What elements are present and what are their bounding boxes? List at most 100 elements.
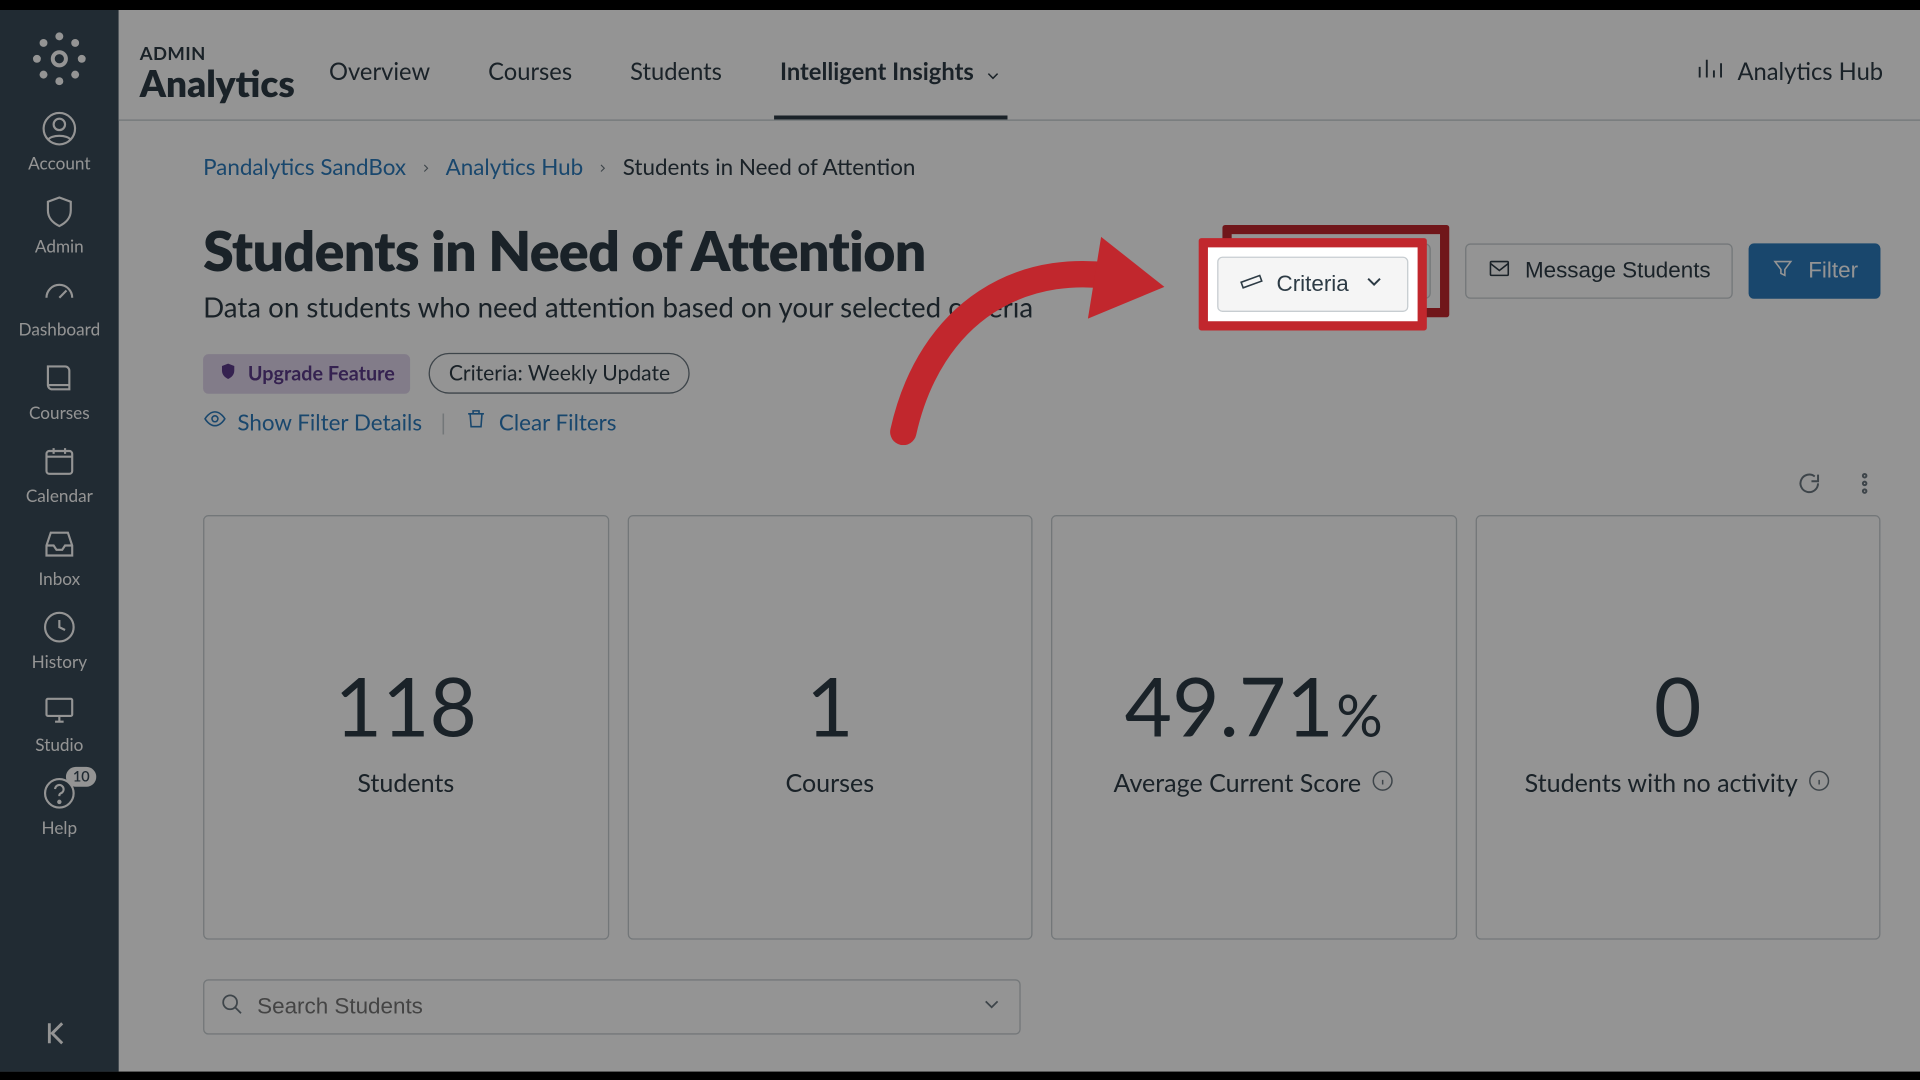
card-unit: %: [1336, 681, 1383, 750]
eye-icon: [203, 407, 227, 436]
card-value: 118: [335, 657, 477, 755]
mail-icon: [1488, 256, 1512, 286]
breadcrumb-link[interactable]: Pandalytics SandBox: [203, 152, 406, 180]
link-label: Show Filter Details: [237, 408, 422, 436]
ruler-icon: [1263, 256, 1287, 286]
nav-history[interactable]: History: [0, 601, 119, 684]
analytics-hub-link[interactable]: Analytics Hub: [1695, 56, 1920, 119]
nav-inbox[interactable]: Inbox: [0, 518, 119, 601]
breadcrumb-current: Students in Need of Attention: [623, 152, 916, 180]
nav-label: History: [32, 651, 87, 672]
tab-intelligent-insights[interactable]: Intelligent Insights: [775, 56, 1008, 119]
card-no-activity: 0 Students with no activity: [1475, 515, 1881, 940]
info-icon[interactable]: [1372, 768, 1394, 798]
chevron-down-icon: [1385, 256, 1409, 286]
tab-label: Students: [630, 56, 722, 85]
button-label: Criteria: [1300, 258, 1372, 284]
nav-label: Studio: [35, 734, 83, 755]
title-block: Students in Need of Attention Data on st…: [203, 217, 1033, 324]
button-label: Filter: [1808, 258, 1858, 284]
info-icon[interactable]: [1808, 768, 1830, 798]
search-icon: [220, 992, 244, 1021]
chip-row: Upgrade Feature Criteria: Weekly Update: [203, 353, 1880, 394]
trash-icon: [465, 407, 489, 436]
inbox-icon: [41, 526, 78, 563]
divider: |: [441, 408, 447, 436]
message-students-button[interactable]: Message Students: [1466, 243, 1733, 298]
page-subtitle: Data on students who need attention base…: [203, 291, 1033, 324]
link-label: Clear Filters: [499, 408, 617, 436]
refresh-button[interactable]: [1796, 470, 1822, 496]
tab-overview[interactable]: Overview: [324, 56, 436, 119]
nav-admin[interactable]: Admin: [0, 185, 119, 268]
breadcrumb-link[interactable]: Analytics Hub: [446, 152, 584, 180]
tab-courses[interactable]: Courses: [483, 56, 578, 119]
header-tabs: Overview Courses Students Intelligent In…: [324, 9, 1008, 120]
brand-block: ADMIN Analytics: [119, 42, 324, 120]
calendar-icon: [41, 443, 78, 480]
action-bar: Criteria Message Students Filter: [1222, 217, 1881, 317]
bar-chart-icon: [1695, 56, 1724, 85]
page-header: ADMIN Analytics Overview Courses Student…: [119, 10, 1920, 121]
card-caption: Students: [357, 768, 454, 798]
nav-label: Courses: [29, 402, 90, 423]
chevron-down-icon: [984, 61, 1002, 79]
filter-line: Show Filter Details | Clear Filters: [203, 407, 1880, 436]
nav-dashboard[interactable]: Dashboard: [0, 268, 119, 351]
global-nav-rail: Account Admin Dashboard Courses Calendar…: [0, 10, 119, 1072]
card-value: 49.71: [1125, 657, 1334, 755]
help-badge: 10: [66, 767, 96, 787]
content-area: Pandalytics SandBox Analytics Hub Studen…: [119, 121, 1920, 1072]
nav-studio[interactable]: Studio: [0, 684, 119, 767]
help-icon: 10: [41, 775, 78, 812]
nav-label: Help: [42, 817, 78, 838]
book-icon: [41, 359, 78, 396]
button-label: Message Students: [1525, 258, 1711, 284]
search-students-combo[interactable]: [203, 979, 1021, 1034]
card-caption: Average Current Score: [1113, 768, 1361, 798]
studio-icon: [41, 692, 78, 729]
nav-label: Inbox: [38, 568, 80, 589]
chevron-right-icon: [419, 152, 432, 180]
chevron-right-icon: [596, 152, 609, 180]
more-menu-button[interactable]: [1851, 470, 1877, 496]
show-filter-details-link[interactable]: Show Filter Details: [203, 407, 422, 436]
shield-icon: [41, 193, 78, 230]
chevron-down-icon: [980, 992, 1004, 1021]
clock-icon: [41, 609, 78, 646]
tab-label: Overview: [329, 56, 430, 85]
search-input[interactable]: [257, 994, 966, 1020]
brand-title: Analytics: [140, 64, 295, 101]
clear-filters-link[interactable]: Clear Filters: [465, 407, 617, 436]
card-courses: 1 Courses: [627, 515, 1033, 940]
nav-label: Account: [28, 152, 90, 173]
nav-help[interactable]: 10 Help: [0, 767, 119, 850]
card-avg-score: 49.71% Average Current Score: [1051, 515, 1457, 940]
card-value: 1: [806, 657, 853, 755]
breadcrumb: Pandalytics SandBox Analytics Hub Studen…: [203, 152, 1880, 180]
annotation-highlight: Criteria: [1222, 225, 1450, 317]
criteria-button[interactable]: Criteria: [1240, 243, 1431, 298]
summary-cards: 118 Students 1 Courses 49.71% Average Cu…: [203, 515, 1880, 940]
tab-students[interactable]: Students: [625, 56, 727, 119]
gauge-icon: [41, 276, 78, 313]
filter-icon: [1771, 256, 1795, 286]
nav-account[interactable]: Account: [0, 102, 119, 185]
hub-label: Analytics Hub: [1737, 56, 1883, 85]
shield-filled-icon: [219, 361, 237, 385]
canvas-logo-icon: [29, 28, 90, 89]
page-title: Students in Need of Attention: [203, 217, 1033, 283]
nav-label: Calendar: [26, 485, 93, 506]
nav-courses[interactable]: Courses: [0, 352, 119, 435]
card-students: 118 Students: [203, 515, 609, 940]
card-toolbar: [203, 470, 1880, 496]
nav-calendar[interactable]: Calendar: [0, 435, 119, 518]
collapse-rail-button[interactable]: [42, 1016, 76, 1056]
upgrade-feature-chip[interactable]: Upgrade Feature: [203, 354, 411, 394]
filter-button[interactable]: Filter: [1749, 243, 1881, 298]
tab-label: Intelligent Insights: [780, 56, 974, 85]
card-caption: Courses: [785, 768, 874, 798]
tab-label: Courses: [488, 56, 572, 85]
criteria-chip: Criteria: Weekly Update: [429, 353, 690, 394]
nav-label: Dashboard: [19, 319, 101, 340]
